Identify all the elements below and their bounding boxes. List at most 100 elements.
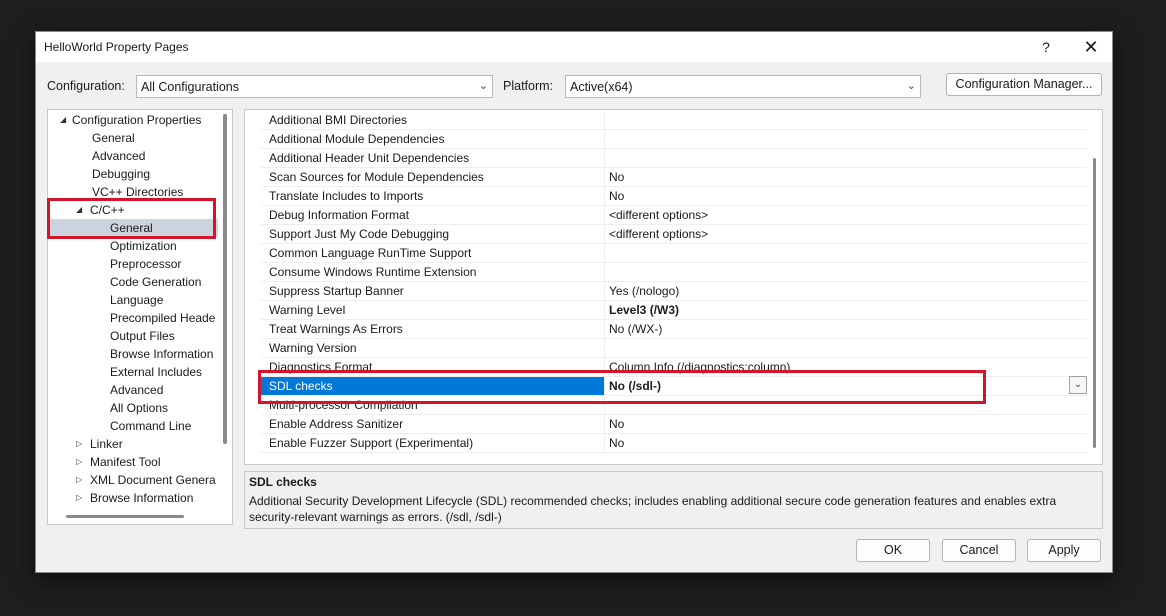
property-name: Debug Information Format xyxy=(261,206,605,224)
property-row[interactable]: Suppress Startup Banner Yes (/nologo) xyxy=(261,282,1087,301)
tree-item[interactable]: ▷ XML Document Genera xyxy=(48,471,218,489)
property-name: Additional Module Dependencies xyxy=(261,130,605,148)
property-value[interactable]: Yes (/nologo) xyxy=(609,282,1079,300)
tree-item[interactable]: General xyxy=(48,129,218,147)
property-pages-dialog: HelloWorld Property Pages ? ✕ Configurat… xyxy=(35,31,1113,573)
tree-item-label: Advanced xyxy=(92,149,146,163)
tree-item[interactable]: ◢ Configuration Properties xyxy=(48,111,218,129)
property-row[interactable]: Treat Warnings As Errors No (/WX-) xyxy=(261,320,1087,339)
configuration-manager-button[interactable]: Configuration Manager... xyxy=(946,73,1102,96)
title-bar: HelloWorld Property Pages ? ✕ xyxy=(36,32,1112,62)
tree-item-label: Preprocessor xyxy=(110,257,182,271)
property-row[interactable]: Additional Header Unit Dependencies xyxy=(261,149,1087,168)
tree-item[interactable]: Code Generation xyxy=(48,273,218,291)
expand-arrow-icon[interactable]: ▷ xyxy=(76,489,86,507)
tree-item[interactable]: Browse Information xyxy=(48,345,218,363)
property-row[interactable]: Additional Module Dependencies xyxy=(261,130,1087,149)
property-row[interactable]: Translate Includes to Imports No xyxy=(261,187,1087,206)
tree-item[interactable]: Advanced xyxy=(48,147,218,165)
tree-item-label: Advanced xyxy=(110,383,164,397)
property-row[interactable]: Enable Address Sanitizer No xyxy=(261,415,1087,434)
expand-arrow-icon[interactable]: ▷ xyxy=(76,471,86,489)
property-name: Common Language RunTime Support xyxy=(261,244,605,262)
tree-item[interactable]: Advanced xyxy=(48,381,218,399)
property-value[interactable]: No xyxy=(609,168,1079,186)
property-value[interactable]: <different options> xyxy=(609,225,1079,243)
property-name: Enable Fuzzer Support (Experimental) xyxy=(261,434,605,452)
property-name: Suppress Startup Banner xyxy=(261,282,605,300)
tree-item[interactable]: Precompiled Heade xyxy=(48,309,218,327)
property-value[interactable] xyxy=(609,339,1079,357)
property-name: Translate Includes to Imports xyxy=(261,187,605,205)
tree-item[interactable]: ▷ Manifest Tool xyxy=(48,453,218,471)
tree-item-label: Code Generation xyxy=(110,275,202,289)
tree-item[interactable]: All Options xyxy=(48,399,218,417)
property-tree: ◢ Configuration Properties General Advanced… xyxy=(47,109,233,525)
property-value[interactable]: No xyxy=(609,434,1079,452)
tree-item[interactable]: External Includes xyxy=(48,363,218,381)
highlight-box-sdl-checks xyxy=(258,370,986,404)
property-row[interactable]: Warning Version xyxy=(261,339,1087,358)
tree-item[interactable]: Preprocessor xyxy=(48,255,218,273)
configuration-value: All Configurations xyxy=(141,80,239,94)
tree-item-label: Command Line xyxy=(110,419,192,433)
tree-item[interactable]: Optimization xyxy=(48,237,218,255)
ok-button[interactable]: OK xyxy=(856,539,930,562)
property-value[interactable]: <different options> xyxy=(609,206,1079,224)
value-dropdown-button[interactable]: ⌄ xyxy=(1069,376,1087,394)
tree-item[interactable]: Command Line xyxy=(48,417,218,435)
close-button[interactable]: ✕ xyxy=(1068,32,1114,62)
tree-item[interactable]: Language xyxy=(48,291,218,309)
tree-item-label: Linker xyxy=(90,437,123,451)
platform-value: Active(x64) xyxy=(570,80,633,94)
property-row[interactable]: Debug Information Format <different optio… xyxy=(261,206,1087,225)
property-name: Support Just My Code Debugging xyxy=(261,225,605,243)
property-row[interactable]: Additional BMI Directories xyxy=(261,111,1087,130)
property-value[interactable] xyxy=(609,263,1079,281)
property-row[interactable]: Common Language RunTime Support xyxy=(261,244,1087,263)
property-row[interactable]: Support Just My Code Debugging <different… xyxy=(261,225,1087,244)
cancel-button[interactable]: Cancel xyxy=(942,539,1016,562)
property-name: Consume Windows Runtime Extension xyxy=(261,263,605,281)
property-name: Additional Header Unit Dependencies xyxy=(261,149,605,167)
description-title: SDL checks xyxy=(249,475,317,489)
property-row[interactable]: Scan Sources for Module Dependencies No xyxy=(261,168,1087,187)
property-row[interactable]: Enable Fuzzer Support (Experimental) No xyxy=(261,434,1087,453)
property-value[interactable]: No (/WX-) xyxy=(609,320,1079,338)
tree-horizontal-scrollbar[interactable] xyxy=(66,515,184,518)
property-row[interactable]: Consume Windows Runtime Extension xyxy=(261,263,1087,282)
tree-item-label: All Options xyxy=(110,401,169,415)
property-name: Scan Sources for Module Dependencies xyxy=(261,168,605,186)
property-grid: Additional BMI Directories Additional Mod… xyxy=(244,109,1103,465)
platform-dropdown[interactable]: Active(x64) ⌄ xyxy=(565,75,921,98)
property-row[interactable]: Warning Level Level3 (/W3) xyxy=(261,301,1087,320)
expand-arrow-icon[interactable]: ▷ xyxy=(76,453,86,471)
property-value[interactable] xyxy=(609,149,1079,167)
property-value[interactable] xyxy=(609,244,1079,262)
apply-button[interactable]: Apply xyxy=(1027,539,1101,562)
tree-vertical-scrollbar[interactable] xyxy=(221,114,228,524)
grid-vertical-scrollbar[interactable] xyxy=(1093,158,1096,448)
scrollbar-thumb[interactable] xyxy=(223,114,227,444)
property-value[interactable] xyxy=(609,130,1079,148)
property-value[interactable] xyxy=(609,111,1079,129)
tree-item[interactable]: ▷ Linker xyxy=(48,435,218,453)
property-value[interactable]: No xyxy=(609,415,1079,433)
tree-item-label: Browse Information xyxy=(110,347,214,361)
configuration-dropdown[interactable]: All Configurations ⌄ xyxy=(136,75,493,98)
tree-item-label: General xyxy=(92,131,135,145)
description-panel: SDL checks Additional Security Developme… xyxy=(244,471,1103,529)
tree-item[interactable]: Debugging xyxy=(48,165,218,183)
tree-item[interactable]: ▷ Browse Information xyxy=(48,489,218,507)
chevron-down-icon: ⌄ xyxy=(478,80,488,92)
platform-label: Platform: xyxy=(503,79,554,93)
property-value[interactable]: No xyxy=(609,187,1079,205)
tree-item-label: Configuration Properties xyxy=(72,113,202,127)
tree-item[interactable]: Output Files xyxy=(48,327,218,345)
collapse-arrow-icon[interactable]: ◢ xyxy=(60,111,70,129)
tree-item-label: XML Document Genera xyxy=(90,473,216,487)
property-value[interactable]: Level3 (/W3) xyxy=(609,301,1079,319)
help-button[interactable]: ? xyxy=(1023,32,1069,62)
expand-arrow-icon[interactable]: ▷ xyxy=(76,435,86,453)
tree-item-label: External Includes xyxy=(110,365,203,379)
